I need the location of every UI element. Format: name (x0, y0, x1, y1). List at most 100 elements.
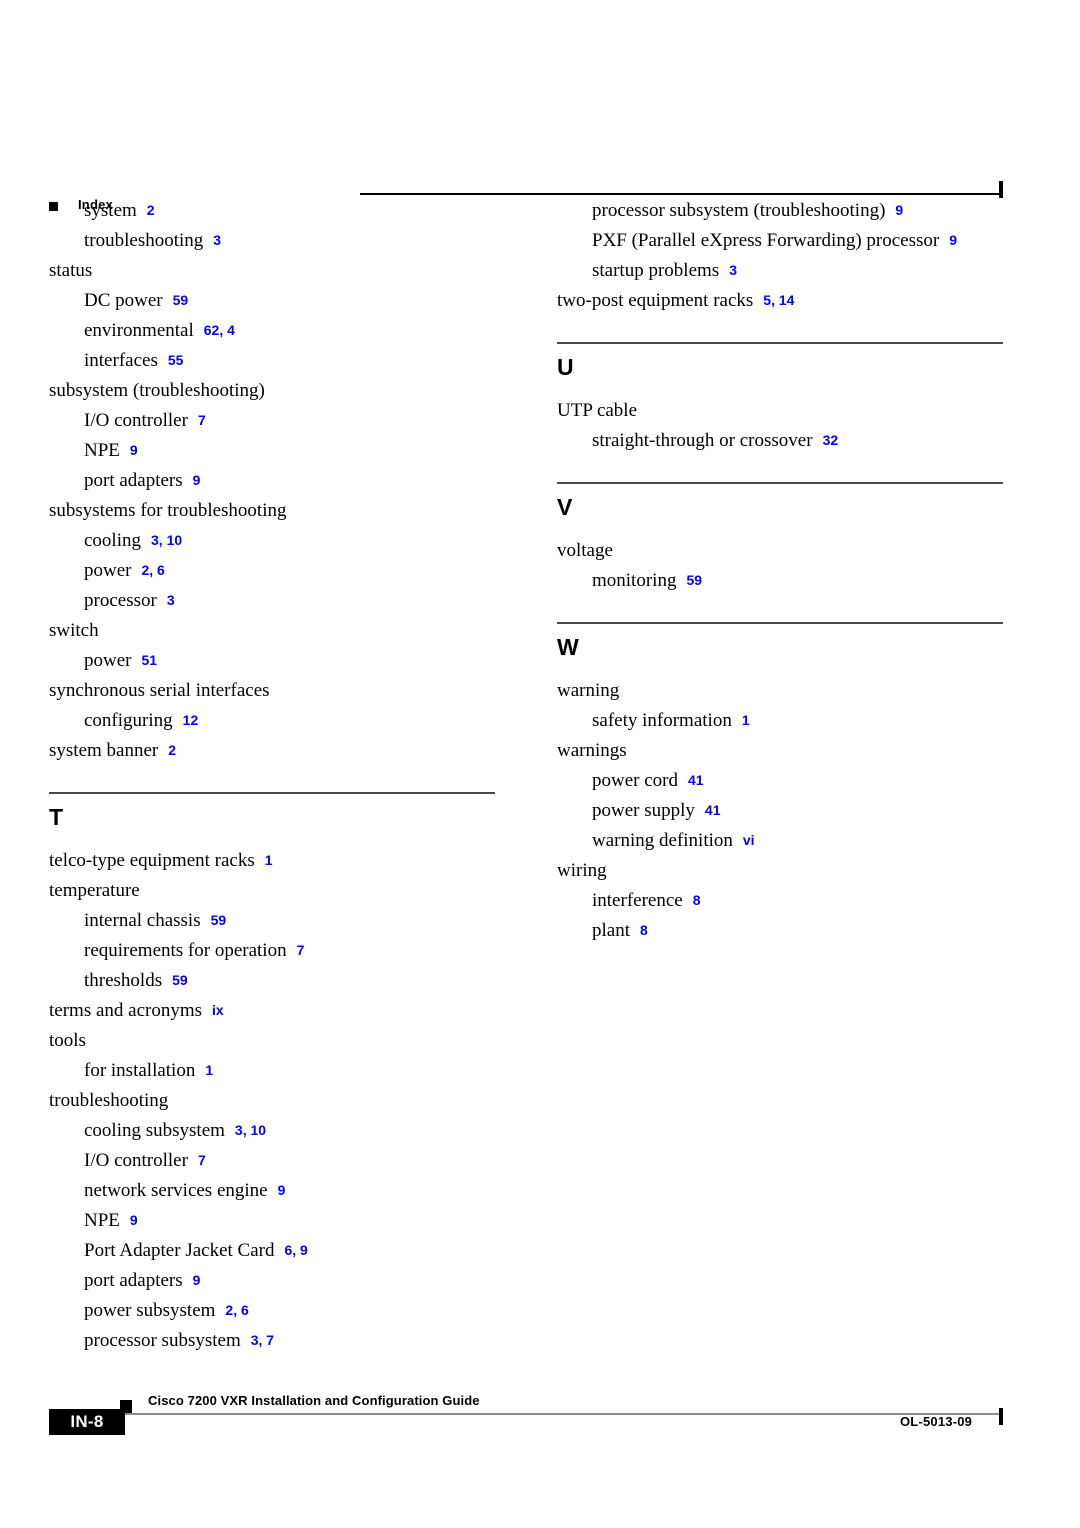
index-entry-term: safety information (592, 710, 732, 731)
index-entry-term: cooling (84, 530, 141, 551)
index-entry-page-number[interactable]: 3, 7 (251, 1332, 274, 1348)
index-entry: warnings (557, 736, 1003, 766)
index-entry: processor subsystem 3, 7 (49, 1326, 495, 1356)
index-entry-page-number[interactable]: 9 (193, 472, 201, 488)
index-entry-term: switch (49, 620, 99, 641)
index-entry: status (49, 256, 495, 286)
footer-edge-tick (999, 1408, 1003, 1425)
index-entry-page-number[interactable]: 3, 10 (151, 532, 182, 548)
index-entry-page-number[interactable]: ix (212, 1002, 224, 1018)
index-entry-page-number[interactable]: 12 (183, 712, 199, 728)
index-entry-page-number[interactable]: 7 (198, 1152, 206, 1168)
index-entry-page-number[interactable]: 8 (693, 892, 701, 908)
index-entry: I/O controller 7 (49, 406, 495, 436)
index-entry-page-number[interactable]: 2, 6 (225, 1302, 248, 1318)
index-entry-page-number[interactable]: 9 (130, 442, 138, 458)
index-entry-term: startup problems (592, 260, 720, 281)
index-entry-page-number[interactable]: 59 (211, 912, 227, 928)
index-entry: startup problems 3 (557, 256, 1003, 286)
section-letter-heading: W (557, 634, 579, 660)
index-entry-page-number[interactable]: 59 (173, 292, 189, 308)
footer-guide-title: Cisco 7200 VXR Installation and Configur… (148, 1393, 480, 1408)
index-entry: interference 8 (557, 886, 1003, 916)
index-entry-page-number[interactable]: 59 (686, 572, 702, 588)
index-entry-page-number[interactable]: 3 (167, 592, 175, 608)
index-entry-term: status (49, 260, 93, 281)
index-entry-page-number[interactable]: 41 (688, 772, 704, 788)
index-entry-page-number[interactable]: 3, 10 (235, 1122, 266, 1138)
index-entry-term: troubleshooting (49, 1090, 169, 1111)
index-entry-term: monitoring (592, 570, 677, 591)
index-entry-page-number[interactable]: 2 (168, 742, 176, 758)
index-entry: wiring (557, 856, 1003, 886)
index-entry-term: network services engine (84, 1180, 268, 1201)
index-entry-term: two-post equipment racks (557, 290, 754, 311)
index-entry-page-number[interactable]: 9 (949, 232, 957, 248)
footer-page-box: IN-8 (49, 1409, 125, 1435)
index-entry-term: subsystem (troubleshooting) (49, 380, 265, 401)
index-entry: power 51 (49, 646, 495, 676)
index-entry-page-number[interactable]: 2, 6 (141, 562, 164, 578)
index-entry-page-number[interactable]: 51 (141, 652, 157, 668)
index-entry-term: power (84, 560, 132, 581)
index-entry-page-number[interactable]: 59 (172, 972, 188, 988)
index-entry: port adapters 9 (49, 466, 495, 496)
index-entry-page-number[interactable]: 5, 14 (763, 292, 794, 308)
index-entry: requirements for operation 7 (49, 936, 495, 966)
index-entry-page-number[interactable]: 32 (823, 432, 839, 448)
index-entry-term: processor (84, 590, 157, 611)
index-entry: tools (49, 1026, 495, 1056)
index-entry-page-number[interactable]: 7 (198, 412, 206, 428)
index-entry-term: warning (557, 680, 620, 701)
index-entry-term: configuring (84, 710, 173, 731)
index-entry-term: synchronous serial interfaces (49, 680, 270, 701)
index-entry-page-number[interactable]: 1 (742, 712, 750, 728)
index-entry-term: straight-through or crossover (592, 430, 813, 451)
index-entry-page-number[interactable]: 7 (297, 942, 305, 958)
index-entry-term: port adapters (84, 470, 183, 491)
index-entry-page-number[interactable]: 41 (705, 802, 721, 818)
index-entry-page-number[interactable]: 3 (729, 262, 737, 278)
index-entry-term: warnings (557, 740, 627, 761)
index-entry-page-number[interactable]: 1 (265, 852, 273, 868)
index-entry-page-number[interactable]: 9 (895, 202, 903, 218)
index-entry: two-post equipment racks 5, 14 (557, 286, 1003, 316)
index-entry: NPE 9 (49, 1206, 495, 1236)
index-entry-page-number[interactable]: 6, 9 (284, 1242, 307, 1258)
index-entry: synchronous serial interfaces (49, 676, 495, 706)
index-entry-page-number[interactable]: vi (743, 832, 755, 848)
index-entry-page-number[interactable]: 55 (168, 352, 184, 368)
index-entry-page-number[interactable]: 9 (278, 1182, 286, 1198)
index-entry-term: plant (592, 920, 630, 941)
index-entry-term: thresholds (84, 970, 163, 991)
index-entry-page-number[interactable]: 9 (130, 1212, 138, 1228)
header-rule (360, 193, 1001, 195)
index-entry-term: Port Adapter Jacket Card (84, 1240, 275, 1261)
index-entry: thresholds 59 (49, 966, 495, 996)
index-entry-page-number[interactable]: 2 (147, 202, 155, 218)
index-entry: warning (557, 676, 1003, 706)
index-entry-term: DC power (84, 290, 163, 311)
index-entry-page-number[interactable]: 1 (205, 1062, 213, 1078)
index-entry-term: I/O controller (84, 1150, 188, 1171)
index-entry-page-number[interactable]: 8 (640, 922, 648, 938)
index-entry: I/O controller 7 (49, 1146, 495, 1176)
index-entry-term: warning definition (592, 830, 733, 851)
index-entry: cooling 3, 10 (49, 526, 495, 556)
index-entry-term: interference (592, 890, 683, 911)
index-entry-page-number[interactable]: 9 (193, 1272, 201, 1288)
index-entry-term: NPE (84, 440, 120, 461)
index-entry: warning definition vi (557, 826, 1003, 856)
index-page: Index system 2 troubleshooting 3 status DC po… (0, 0, 1080, 1528)
index-entry-term: requirements for operation (84, 940, 287, 961)
section-letter-heading: V (557, 494, 573, 520)
index-entry-page-number[interactable]: 3 (213, 232, 221, 248)
index-entry-page-number[interactable]: 62, 4 (204, 322, 235, 338)
index-entry: DC power 59 (49, 286, 495, 316)
index-entry: straight-through or crossover 32 (557, 426, 1003, 456)
index-entry-term: interfaces (84, 350, 158, 371)
